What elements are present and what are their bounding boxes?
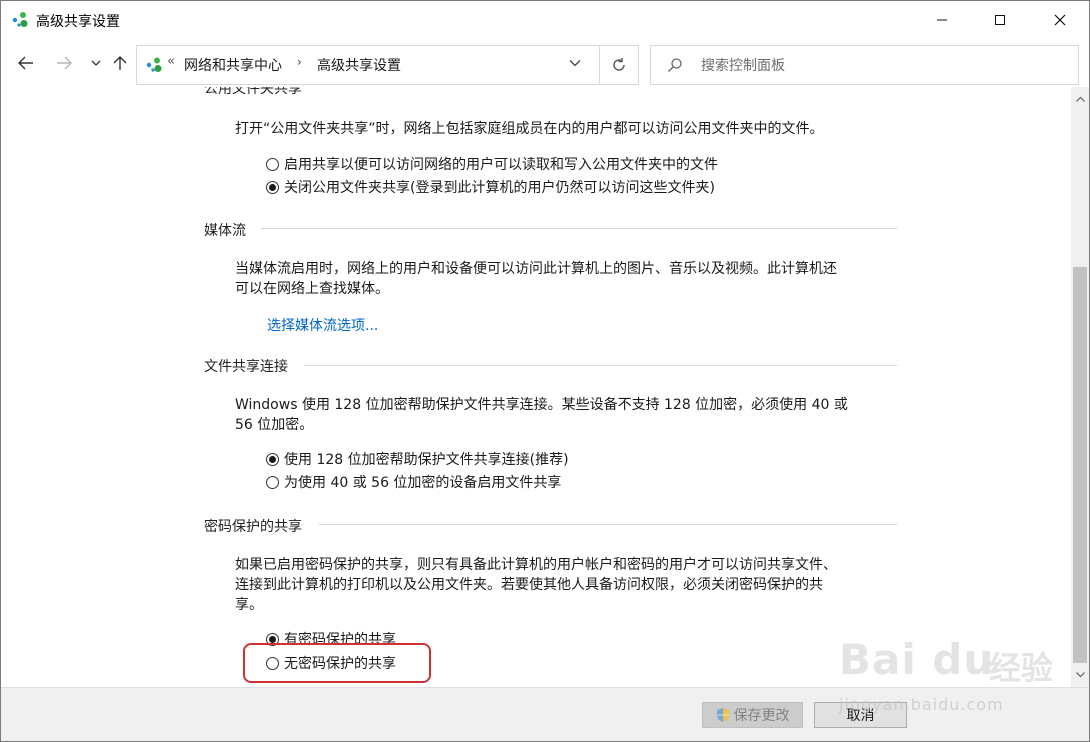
section-divider — [304, 365, 897, 366]
chevron-up-icon — [1075, 96, 1085, 102]
up-button[interactable] — [109, 51, 131, 75]
title-bar: 高级共享设置 — [1, 1, 1089, 39]
refresh-button[interactable] — [599, 45, 639, 85]
section-heading-password: 密码保护的共享 — [204, 519, 302, 535]
breadcrumb-separator[interactable]: › — [297, 55, 302, 69]
refresh-icon — [613, 58, 625, 71]
media-description-line2: 可以在网络上查找媒体。 — [235, 281, 389, 297]
save-changes-label: 保存更改 — [733, 708, 790, 724]
section-heading-file-sharing: 文件共享连接 — [204, 359, 288, 375]
section-heading-media: 媒体流 — [204, 223, 246, 239]
radio-button[interactable] — [266, 180, 279, 194]
up-arrow-icon — [113, 56, 127, 70]
chevron-down-icon — [91, 60, 101, 66]
search-icon — [668, 58, 682, 72]
address-bar[interactable]: « 网络和共享中心 › 高级共享设置 — [136, 45, 600, 85]
password-description-line3: 享。 — [235, 597, 263, 613]
address-dropdown-button[interactable] — [569, 56, 581, 71]
footer-bar: 保存更改 取消 — [1, 687, 1089, 741]
minimize-button[interactable] — [913, 1, 971, 39]
radio-label: 关闭公用文件夹共享(登录到此计算机的用户仍然可以访问这些文件夹) — [284, 180, 715, 196]
scrollbar-thumb[interactable] — [1073, 267, 1087, 663]
back-button[interactable] — [15, 51, 37, 75]
network-icon — [12, 12, 28, 27]
save-changes-button[interactable]: 保存更改 — [702, 702, 803, 728]
minimize-icon — [937, 19, 947, 21]
chevron-down-icon — [569, 60, 581, 67]
recent-locations-button[interactable] — [85, 51, 107, 75]
close-button[interactable] — [1031, 1, 1089, 39]
network-icon — [146, 57, 162, 72]
radio-label: 启用共享以便可以访问网络的用户可以读取和写入公用文件夹中的文件 — [284, 157, 718, 173]
cancel-label: 取消 — [846, 708, 875, 724]
section-divider — [261, 228, 897, 229]
scroll-up-button[interactable] — [1071, 87, 1089, 111]
close-icon — [1054, 14, 1066, 26]
radio-public-folder-on[interactable]: 启用共享以便可以访问网络的用户可以读取和写入公用文件夹中的文件 — [266, 154, 718, 174]
maximize-icon — [995, 15, 1005, 25]
radio-button[interactable] — [266, 475, 279, 489]
vertical-scrollbar[interactable] — [1071, 87, 1089, 687]
public-folder-description: 打开“公用文件夹共享”时，网络上包括家庭组成员在内的用户都可以访问公用文件夹中的… — [235, 121, 824, 137]
cancel-button[interactable]: 取消 — [814, 702, 907, 728]
breadcrumb-network-center[interactable]: 网络和共享中心 — [184, 55, 282, 75]
uac-shield-icon — [716, 708, 729, 722]
navigation-bar: « 网络和共享中心 › 高级共享设置 搜索控制面板 — [1, 39, 1089, 87]
right-arrow-icon — [57, 56, 72, 70]
section-divider — [319, 524, 897, 525]
file-sharing-description-line1: Windows 使用 128 位加密帮助保护文件共享连接。某些设备不支持 128… — [235, 397, 848, 413]
breadcrumb-advanced-sharing[interactable]: 高级共享设置 — [317, 55, 401, 75]
file-sharing-description-line2: 56 位加密。 — [235, 417, 314, 433]
password-description-line1: 如果已启用密码保护的共享，则只有具备此计算机的用户帐户和密码的用户才可以访问共享… — [235, 557, 837, 573]
radio-label: 为使用 40 或 56 位加密的设备启用文件共享 — [284, 475, 562, 491]
left-arrow-icon — [18, 56, 33, 70]
radio-40-56bit-encryption[interactable]: 为使用 40 或 56 位加密的设备启用文件共享 — [266, 472, 561, 492]
radio-128bit-encryption[interactable]: 使用 128 位加密帮助保护文件共享连接(推荐) — [266, 449, 569, 469]
chevron-down-icon — [1075, 672, 1085, 678]
window: 高级共享设置 « 网络和共享中心 › 高级共享设置 搜索控制面板 公用文件夹共享… — [0, 0, 1090, 742]
search-placeholder[interactable]: 搜索控制面板 — [701, 55, 785, 75]
settings-content: 公用文件夹共享 打开“公用文件夹共享”时，网络上包括家庭组成员在内的用户都可以访… — [1, 87, 1071, 687]
section-heading-public-folder: 公用文件夹共享 — [204, 87, 302, 97]
window-title: 高级共享设置 — [36, 14, 120, 30]
radio-label: 使用 128 位加密帮助保护文件共享连接(推荐) — [284, 452, 569, 468]
search-box[interactable]: 搜索控制面板 — [650, 45, 1079, 85]
scroll-down-button[interactable] — [1071, 663, 1089, 687]
radio-button[interactable] — [266, 157, 279, 171]
forward-button[interactable] — [53, 51, 75, 75]
password-description-line2: 连接到此计算机的打印机以及公用文件夹。若要使其他人具备访问权限，必须关闭密码保护… — [235, 577, 823, 593]
media-options-link[interactable]: 选择媒体流选项... — [267, 315, 378, 335]
radio-public-folder-off[interactable]: 关闭公用文件夹共享(登录到此计算机的用户仍然可以访问这些文件夹) — [266, 177, 715, 197]
maximize-button[interactable] — [971, 1, 1029, 39]
address-overflow-chevron[interactable]: « — [167, 54, 175, 69]
radio-button[interactable] — [266, 452, 279, 466]
highlight-annotation — [243, 643, 431, 683]
media-description-line1: 当媒体流启用时，网络上的用户和设备便可以访问此计算机上的图片、音乐以及视频。此计… — [235, 261, 837, 277]
